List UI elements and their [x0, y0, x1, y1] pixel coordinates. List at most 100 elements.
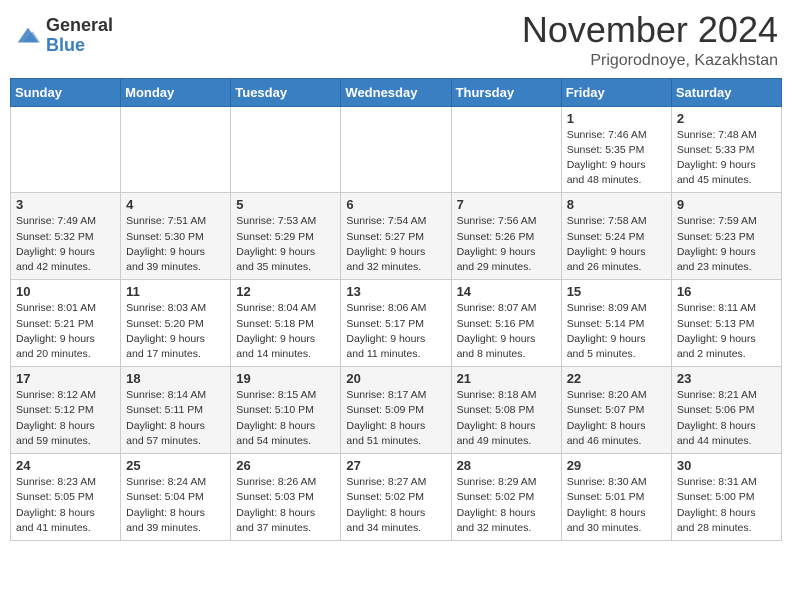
- day-number: 9: [677, 197, 776, 212]
- day-info: Sunrise: 8:31 AMSunset: 5:00 PMDaylight:…: [677, 475, 776, 536]
- day-info: Sunrise: 8:09 AMSunset: 5:14 PMDaylight:…: [567, 301, 666, 362]
- day-info: Sunrise: 8:12 AMSunset: 5:12 PMDaylight:…: [16, 388, 115, 449]
- calendar-cell: 11 Sunrise: 8:03 AMSunset: 5:20 PMDayligh…: [121, 280, 231, 367]
- day-info: Sunrise: 8:18 AMSunset: 5:08 PMDaylight:…: [457, 388, 556, 449]
- day-number: 7: [457, 197, 556, 212]
- calendar-cell: [121, 106, 231, 193]
- day-number: 26: [236, 458, 335, 473]
- calendar-week-row: 24 Sunrise: 8:23 AMSunset: 5:05 PMDayligh…: [11, 454, 782, 541]
- day-info: Sunrise: 7:59 AMSunset: 5:23 PMDaylight:…: [677, 214, 776, 275]
- day-number: 1: [567, 111, 666, 126]
- logo-general-label: General: [46, 16, 113, 36]
- calendar-cell: [231, 106, 341, 193]
- calendar-cell: 20Sunrise: 8:17 AMSunset: 5:09 PMDayligh…: [341, 367, 451, 454]
- day-info: Sunrise: 8:15 AMSunset: 5:10 PMDaylight:…: [236, 388, 335, 449]
- calendar-cell: 23 Sunrise: 8:21 AMSunset: 5:06 PMDayligh…: [671, 367, 781, 454]
- day-info: Sunrise: 8:04 AMSunset: 5:18 PMDaylight:…: [236, 301, 335, 362]
- calendar-header-row: SundayMondayTuesdayWednesdayThursdayFrid…: [11, 78, 782, 106]
- day-info: Sunrise: 8:01 AMSunset: 5:21 PMDaylight:…: [16, 301, 115, 362]
- calendar-cell: 3 Sunrise: 7:49 AMSunset: 5:32 PMDaylight…: [11, 193, 121, 280]
- day-info: Sunrise: 8:24 AMSunset: 5:04 PMDaylight:…: [126, 475, 225, 536]
- header-sunday: Sunday: [11, 78, 121, 106]
- logo-icon: [14, 22, 42, 50]
- calendar-cell: 12Sunrise: 8:04 AMSunset: 5:18 PMDayligh…: [231, 280, 341, 367]
- day-info: Sunrise: 7:56 AMSunset: 5:26 PMDaylight:…: [457, 214, 556, 275]
- calendar-cell: 25Sunrise: 8:24 AMSunset: 5:04 PMDayligh…: [121, 454, 231, 541]
- day-info: Sunrise: 8:26 AMSunset: 5:03 PMDaylight:…: [236, 475, 335, 536]
- calendar-cell: 6 Sunrise: 7:54 AMSunset: 5:27 PMDaylight…: [341, 193, 451, 280]
- calendar-cell: 13 Sunrise: 8:06 AMSunset: 5:17 PMDayligh…: [341, 280, 451, 367]
- calendar-cell: 9 Sunrise: 7:59 AMSunset: 5:23 PMDaylight…: [671, 193, 781, 280]
- calendar-table: SundayMondayTuesdayWednesdayThursdayFrid…: [10, 78, 782, 541]
- day-number: 24: [16, 458, 115, 473]
- month-title: November 2024: [522, 10, 778, 50]
- day-info: Sunrise: 8:03 AMSunset: 5:20 PMDaylight:…: [126, 301, 225, 362]
- calendar-cell: 27Sunrise: 8:27 AMSunset: 5:02 PMDayligh…: [341, 454, 451, 541]
- day-info: Sunrise: 7:53 AMSunset: 5:29 PMDaylight:…: [236, 214, 335, 275]
- calendar-cell: 15Sunrise: 8:09 AMSunset: 5:14 PMDayligh…: [561, 280, 671, 367]
- calendar-cell: 22 Sunrise: 8:20 AMSunset: 5:07 PMDayligh…: [561, 367, 671, 454]
- day-info: Sunrise: 8:14 AMSunset: 5:11 PMDaylight:…: [126, 388, 225, 449]
- day-info: Sunrise: 8:21 AMSunset: 5:06 PMDaylight:…: [677, 388, 776, 449]
- day-info: Sunrise: 7:54 AMSunset: 5:27 PMDaylight:…: [346, 214, 445, 275]
- day-number: 3: [16, 197, 115, 212]
- calendar-cell: 2 Sunrise: 7:48 AMSunset: 5:33 PMDaylight…: [671, 106, 781, 193]
- header-friday: Friday: [561, 78, 671, 106]
- calendar-cell: [451, 106, 561, 193]
- calendar-cell: [11, 106, 121, 193]
- day-info: Sunrise: 7:51 AMSunset: 5:30 PMDaylight:…: [126, 214, 225, 275]
- calendar-week-row: 3 Sunrise: 7:49 AMSunset: 5:32 PMDaylight…: [11, 193, 782, 280]
- day-number: 4: [126, 197, 225, 212]
- day-info: Sunrise: 8:07 AMSunset: 5:16 PMDaylight:…: [457, 301, 556, 362]
- day-number: 18: [126, 371, 225, 386]
- calendar-cell: 4 Sunrise: 7:51 AMSunset: 5:30 PMDaylight…: [121, 193, 231, 280]
- day-info: Sunrise: 8:23 AMSunset: 5:05 PMDaylight:…: [16, 475, 115, 536]
- day-info: Sunrise: 8:06 AMSunset: 5:17 PMDaylight:…: [346, 301, 445, 362]
- day-number: 23: [677, 371, 776, 386]
- day-info: Sunrise: 7:48 AMSunset: 5:33 PMDaylight:…: [677, 128, 776, 189]
- day-number: 17: [16, 371, 115, 386]
- logo: General Blue: [14, 16, 113, 56]
- day-number: 11: [126, 284, 225, 299]
- header: General Blue November 2024 Prigorodnoye,…: [10, 10, 782, 70]
- location-title: Prigorodnoye, Kazakhstan: [522, 52, 778, 70]
- day-number: 10: [16, 284, 115, 299]
- day-info: Sunrise: 8:17 AMSunset: 5:09 PMDaylight:…: [346, 388, 445, 449]
- logo-blue-label: Blue: [46, 36, 113, 56]
- day-info: Sunrise: 8:27 AMSunset: 5:02 PMDaylight:…: [346, 475, 445, 536]
- calendar-cell: 10 Sunrise: 8:01 AMSunset: 5:21 PMDayligh…: [11, 280, 121, 367]
- day-number: 19: [236, 371, 335, 386]
- title-area: November 2024 Prigorodnoye, Kazakhstan: [522, 10, 778, 70]
- calendar-cell: 30 Sunrise: 8:31 AMSunset: 5:00 PMDayligh…: [671, 454, 781, 541]
- calendar-cell: 26 Sunrise: 8:26 AMSunset: 5:03 PMDayligh…: [231, 454, 341, 541]
- day-number: 6: [346, 197, 445, 212]
- day-number: 13: [346, 284, 445, 299]
- header-thursday: Thursday: [451, 78, 561, 106]
- calendar-cell: 21 Sunrise: 8:18 AMSunset: 5:08 PMDayligh…: [451, 367, 561, 454]
- calendar-week-row: 10 Sunrise: 8:01 AMSunset: 5:21 PMDayligh…: [11, 280, 782, 367]
- calendar-week-row: 1Sunrise: 7:46 AMSunset: 5:35 PMDaylight…: [11, 106, 782, 193]
- day-number: 30: [677, 458, 776, 473]
- calendar-cell: 7 Sunrise: 7:56 AMSunset: 5:26 PMDaylight…: [451, 193, 561, 280]
- calendar-cell: 17 Sunrise: 8:12 AMSunset: 5:12 PMDayligh…: [11, 367, 121, 454]
- calendar-cell: 18 Sunrise: 8:14 AMSunset: 5:11 PMDayligh…: [121, 367, 231, 454]
- header-monday: Monday: [121, 78, 231, 106]
- day-number: 2: [677, 111, 776, 126]
- calendar-week-row: 17 Sunrise: 8:12 AMSunset: 5:12 PMDayligh…: [11, 367, 782, 454]
- header-saturday: Saturday: [671, 78, 781, 106]
- day-info: Sunrise: 7:58 AMSunset: 5:24 PMDaylight:…: [567, 214, 666, 275]
- day-info: Sunrise: 8:20 AMSunset: 5:07 PMDaylight:…: [567, 388, 666, 449]
- calendar-cell: 1Sunrise: 7:46 AMSunset: 5:35 PMDaylight…: [561, 106, 671, 193]
- day-info: Sunrise: 8:30 AMSunset: 5:01 PMDaylight:…: [567, 475, 666, 536]
- day-info: Sunrise: 8:29 AMSunset: 5:02 PMDaylight:…: [457, 475, 556, 536]
- calendar-cell: 19 Sunrise: 8:15 AMSunset: 5:10 PMDayligh…: [231, 367, 341, 454]
- day-number: 28: [457, 458, 556, 473]
- day-info: Sunrise: 7:49 AMSunset: 5:32 PMDaylight:…: [16, 214, 115, 275]
- calendar-cell: 28 Sunrise: 8:29 AMSunset: 5:02 PMDayligh…: [451, 454, 561, 541]
- calendar-cell: 24 Sunrise: 8:23 AMSunset: 5:05 PMDayligh…: [11, 454, 121, 541]
- day-number: 21: [457, 371, 556, 386]
- day-number: 22: [567, 371, 666, 386]
- calendar-cell: 14Sunrise: 8:07 AMSunset: 5:16 PMDayligh…: [451, 280, 561, 367]
- calendar-cell: 8Sunrise: 7:58 AMSunset: 5:24 PMDaylight…: [561, 193, 671, 280]
- logo-text: General Blue: [46, 16, 113, 56]
